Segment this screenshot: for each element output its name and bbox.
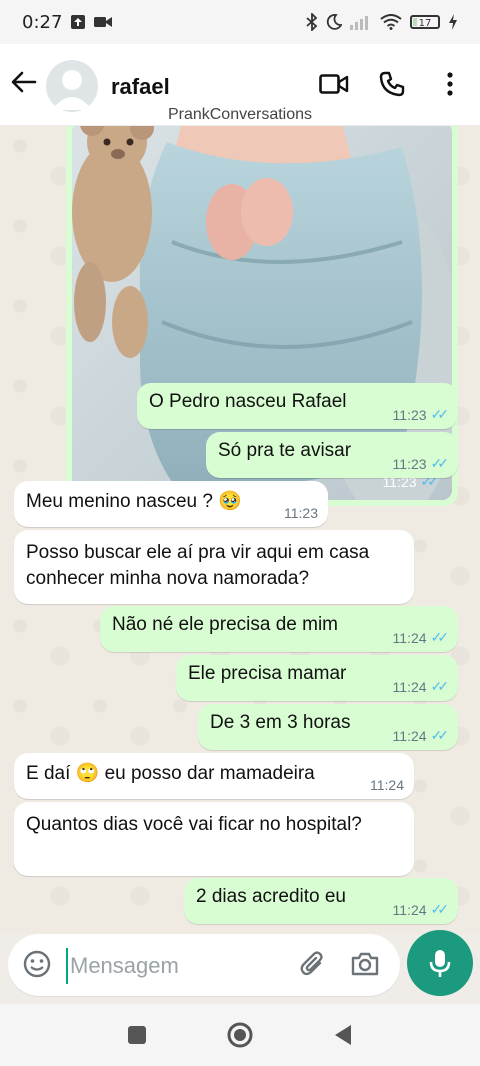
more-icon	[447, 72, 453, 96]
message-time: 11:24	[392, 727, 427, 744]
phone-icon	[379, 71, 405, 97]
charging-icon	[448, 14, 458, 30]
emoji-icon	[23, 950, 51, 978]
voice-call-button[interactable]	[376, 68, 408, 100]
camera-icon	[351, 952, 379, 976]
read-receipt-icon: ✓✓	[430, 406, 450, 422]
attach-button[interactable]	[298, 949, 330, 981]
voice-message-button[interactable]	[407, 930, 473, 996]
message-meta: 11:24 ✓✓	[392, 901, 450, 918]
message-text: Só pra te avisar	[218, 440, 352, 461]
message-meta: 11:23 ✓✓	[392, 455, 450, 472]
video-call-button[interactable]	[318, 68, 350, 100]
message-time: 11:23	[284, 505, 318, 521]
read-receipt-icon: ✓✓	[430, 678, 450, 694]
status-bar: 0:27 17	[0, 0, 480, 44]
message-bubble[interactable]: Não né ele precisa de mim 11:24 ✓✓	[100, 606, 458, 652]
message-meta: 11:24	[370, 777, 404, 793]
home-button-icon[interactable]	[226, 1021, 254, 1049]
watermark-text: PrankConversations	[167, 106, 313, 123]
message-bubble[interactable]: Ele precisa mamar 11:24 ✓✓	[176, 655, 458, 701]
read-receipt-icon: ✓✓	[430, 629, 450, 645]
attach-icon	[300, 951, 323, 976]
system-navigation-bar	[0, 1004, 480, 1066]
contact-name[interactable]: rafael	[111, 74, 170, 100]
chat-area[interactable]: 11:23 ✓✓ O Pedro nasceu Rafael 11:23 ✓✓ S…	[0, 126, 480, 934]
message-bubble[interactable]: 2 dias acredito eu 11:24 ✓✓	[184, 878, 458, 924]
message-bubble[interactable]: O Pedro nasceu Rafael 11:23 ✓✓	[137, 383, 458, 429]
chat-header: rafael PrankConversations	[0, 44, 480, 126]
message-meta: 11:23	[284, 505, 318, 521]
more-options-button[interactable]	[434, 68, 466, 100]
message-meta: 11:24 ✓✓	[392, 629, 450, 646]
message-time: 11:24	[370, 777, 404, 793]
message-bubble[interactable]: Meu menino nasceu ? 🥹 11:23	[14, 481, 328, 527]
signal-icon	[350, 14, 372, 30]
battery-indicator: 17	[410, 15, 440, 29]
upload-notification-icon	[70, 14, 86, 30]
video-call-icon	[319, 74, 349, 94]
message-time: 11:23	[392, 455, 427, 472]
message-meta: 11:23 ✓✓	[392, 406, 450, 423]
back-arrow-icon	[11, 71, 37, 93]
message-text: E daí 🙄 eu posso dar mamadeira	[26, 763, 315, 784]
message-meta: 11:24 ✓✓	[392, 678, 450, 695]
message-input[interactable]	[66, 948, 292, 984]
message-bubble[interactable]: E daí 🙄 eu posso dar mamadeira 11:24	[14, 753, 414, 799]
composer-bar	[0, 930, 480, 1004]
message-text: Ele precisa mamar	[188, 663, 347, 684]
do-not-disturb-moon-icon	[326, 14, 342, 30]
message-time: 11:23	[392, 406, 427, 423]
message-text: Não né ele precisa de mim	[112, 614, 338, 635]
default-avatar-icon	[52, 70, 92, 110]
contact-avatar[interactable]	[46, 60, 98, 112]
battery-level: 17	[418, 18, 432, 29]
message-time: 11:24	[392, 901, 427, 918]
read-receipt-icon: ✓✓	[430, 727, 450, 743]
message-text: O Pedro nasceu Rafael	[149, 391, 347, 412]
message-bubble[interactable]: Só pra te avisar 11:23 ✓✓	[206, 432, 458, 478]
mic-icon	[429, 950, 451, 977]
message-bubble[interactable]: De 3 em 3 horas 11:24 ✓✓	[198, 704, 458, 750]
message-text: 2 dias acredito eu	[196, 886, 346, 907]
message-text: Meu menino nasceu ? 🥹	[26, 491, 242, 512]
message-bubble[interactable]: Posso buscar ele aí pra vir aqui em casa…	[14, 530, 414, 604]
message-time: 11:24	[392, 629, 427, 646]
read-receipt-icon: ✓✓	[430, 901, 450, 917]
message-time: 11:24	[392, 678, 427, 695]
bluetooth-icon	[306, 13, 318, 31]
video-notification-icon	[94, 15, 113, 29]
read-receipt-icon: ✓✓	[430, 455, 450, 471]
message-text: Quantos dias você vai ficar no hospital?	[26, 814, 362, 835]
message-composer	[8, 934, 400, 996]
message-text: Posso buscar ele aí pra vir aqui em casa…	[26, 542, 370, 589]
wifi-icon	[380, 14, 402, 30]
back-button[interactable]	[8, 66, 40, 98]
status-time: 0:27	[22, 11, 63, 33]
message-text: De 3 em 3 horas	[210, 712, 351, 733]
back-button-icon[interactable]	[332, 1023, 354, 1047]
emoji-button[interactable]	[22, 949, 54, 981]
recents-button-icon[interactable]	[126, 1024, 148, 1046]
message-meta: 11:24 ✓✓	[392, 727, 450, 744]
message-bubble[interactable]: Quantos dias você vai ficar no hospital?	[14, 802, 414, 876]
camera-button[interactable]	[350, 949, 382, 981]
